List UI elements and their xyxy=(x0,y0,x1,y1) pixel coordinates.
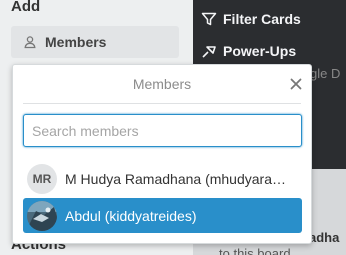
member-name: M Hudya Ramadhana (mhudyaram… xyxy=(65,170,297,187)
filter-cards-menu-item[interactable]: Filter Cards xyxy=(201,11,301,27)
sidebar-peek-text: gle D xyxy=(310,66,341,81)
avatar xyxy=(27,200,57,231)
power-ups-icon xyxy=(202,46,216,58)
member-list-item-selected[interactable]: Abdul (kiddyatreides) xyxy=(23,198,302,233)
filter-icon xyxy=(201,12,217,26)
filter-cards-label: Filter Cards xyxy=(223,11,301,27)
member-name: Abdul (kiddyatreides) xyxy=(65,207,197,224)
members-popover: Members MR M Hudya Ramadhana (mhudyaram…… xyxy=(12,64,312,244)
person-icon xyxy=(24,36,36,49)
avatar-photo-icon xyxy=(27,200,57,231)
popover-title: Members xyxy=(132,76,192,92)
avatar: MR xyxy=(27,163,57,194)
power-ups-menu-item[interactable]: Power-Ups xyxy=(201,43,296,59)
add-heading: Add xyxy=(11,0,41,15)
members-button[interactable]: Members xyxy=(11,26,179,58)
members-button-label: Members xyxy=(45,34,107,50)
member-list-item[interactable]: MR M Hudya Ramadhana (mhudyaram… xyxy=(23,161,302,196)
popover-divider xyxy=(23,103,301,104)
activity-peek-bold: adha xyxy=(309,230,340,245)
search-members-input[interactable] xyxy=(23,114,302,147)
activity-peek-text: to this board xyxy=(219,246,291,255)
power-ups-label: Power-Ups xyxy=(223,43,297,59)
close-icon[interactable] xyxy=(289,77,303,91)
